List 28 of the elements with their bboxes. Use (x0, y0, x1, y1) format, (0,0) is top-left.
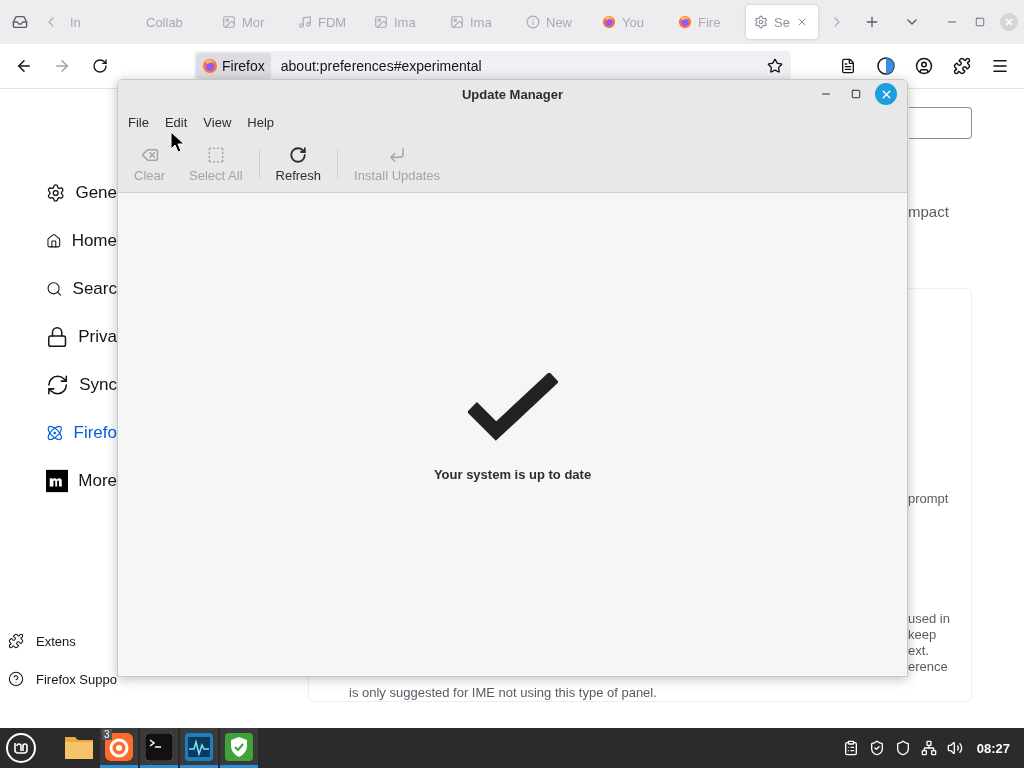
text-fragment: ext. (908, 643, 930, 659)
clock[interactable]: 08:27 (976, 740, 1010, 756)
taskbar-app[interactable]: 3 (100, 728, 138, 768)
text-fragment: used in (908, 611, 951, 627)
menu-item[interactable]: View (195, 114, 240, 130)
text-fragment: is only suggested for IME not using this type of panel. (349, 685, 658, 701)
toolbar-button[interactable]: Refresh (263, 145, 334, 183)
text-fragment: mpact (908, 203, 950, 220)
window-title: Update Manager (461, 86, 564, 102)
sidebar-item[interactable]: Firefo (46, 409, 117, 457)
sidebar-item[interactable]: Gene (46, 169, 117, 217)
text-fragment: erence (908, 659, 949, 675)
text-fragment: prompt (908, 491, 950, 507)
sidebar-link[interactable]: Extens (4, 622, 117, 660)
menu-item[interactable]: Help (239, 114, 283, 130)
text-fragment: keep (908, 627, 938, 643)
identity-button[interactable]: Firefox (196, 53, 271, 79)
sidebar-link[interactable]: Firefox Suppo (4, 660, 117, 698)
window-count-badge: 3 (102, 729, 112, 740)
status-message: Your system is up to date (433, 467, 592, 482)
menu-item[interactable]: Edit (156, 114, 196, 130)
sidebar-item[interactable]: Home (46, 217, 117, 265)
sidebar-item[interactable]: More (46, 457, 117, 505)
sidebar-item[interactable]: Searc (46, 265, 117, 313)
menu-item[interactable]: File (120, 114, 157, 130)
url-text[interactable]: about:preferences#experimental (280, 58, 759, 74)
sidebar-item[interactable]: Priva (46, 313, 117, 361)
sidebar-item[interactable]: Sync (46, 361, 117, 409)
